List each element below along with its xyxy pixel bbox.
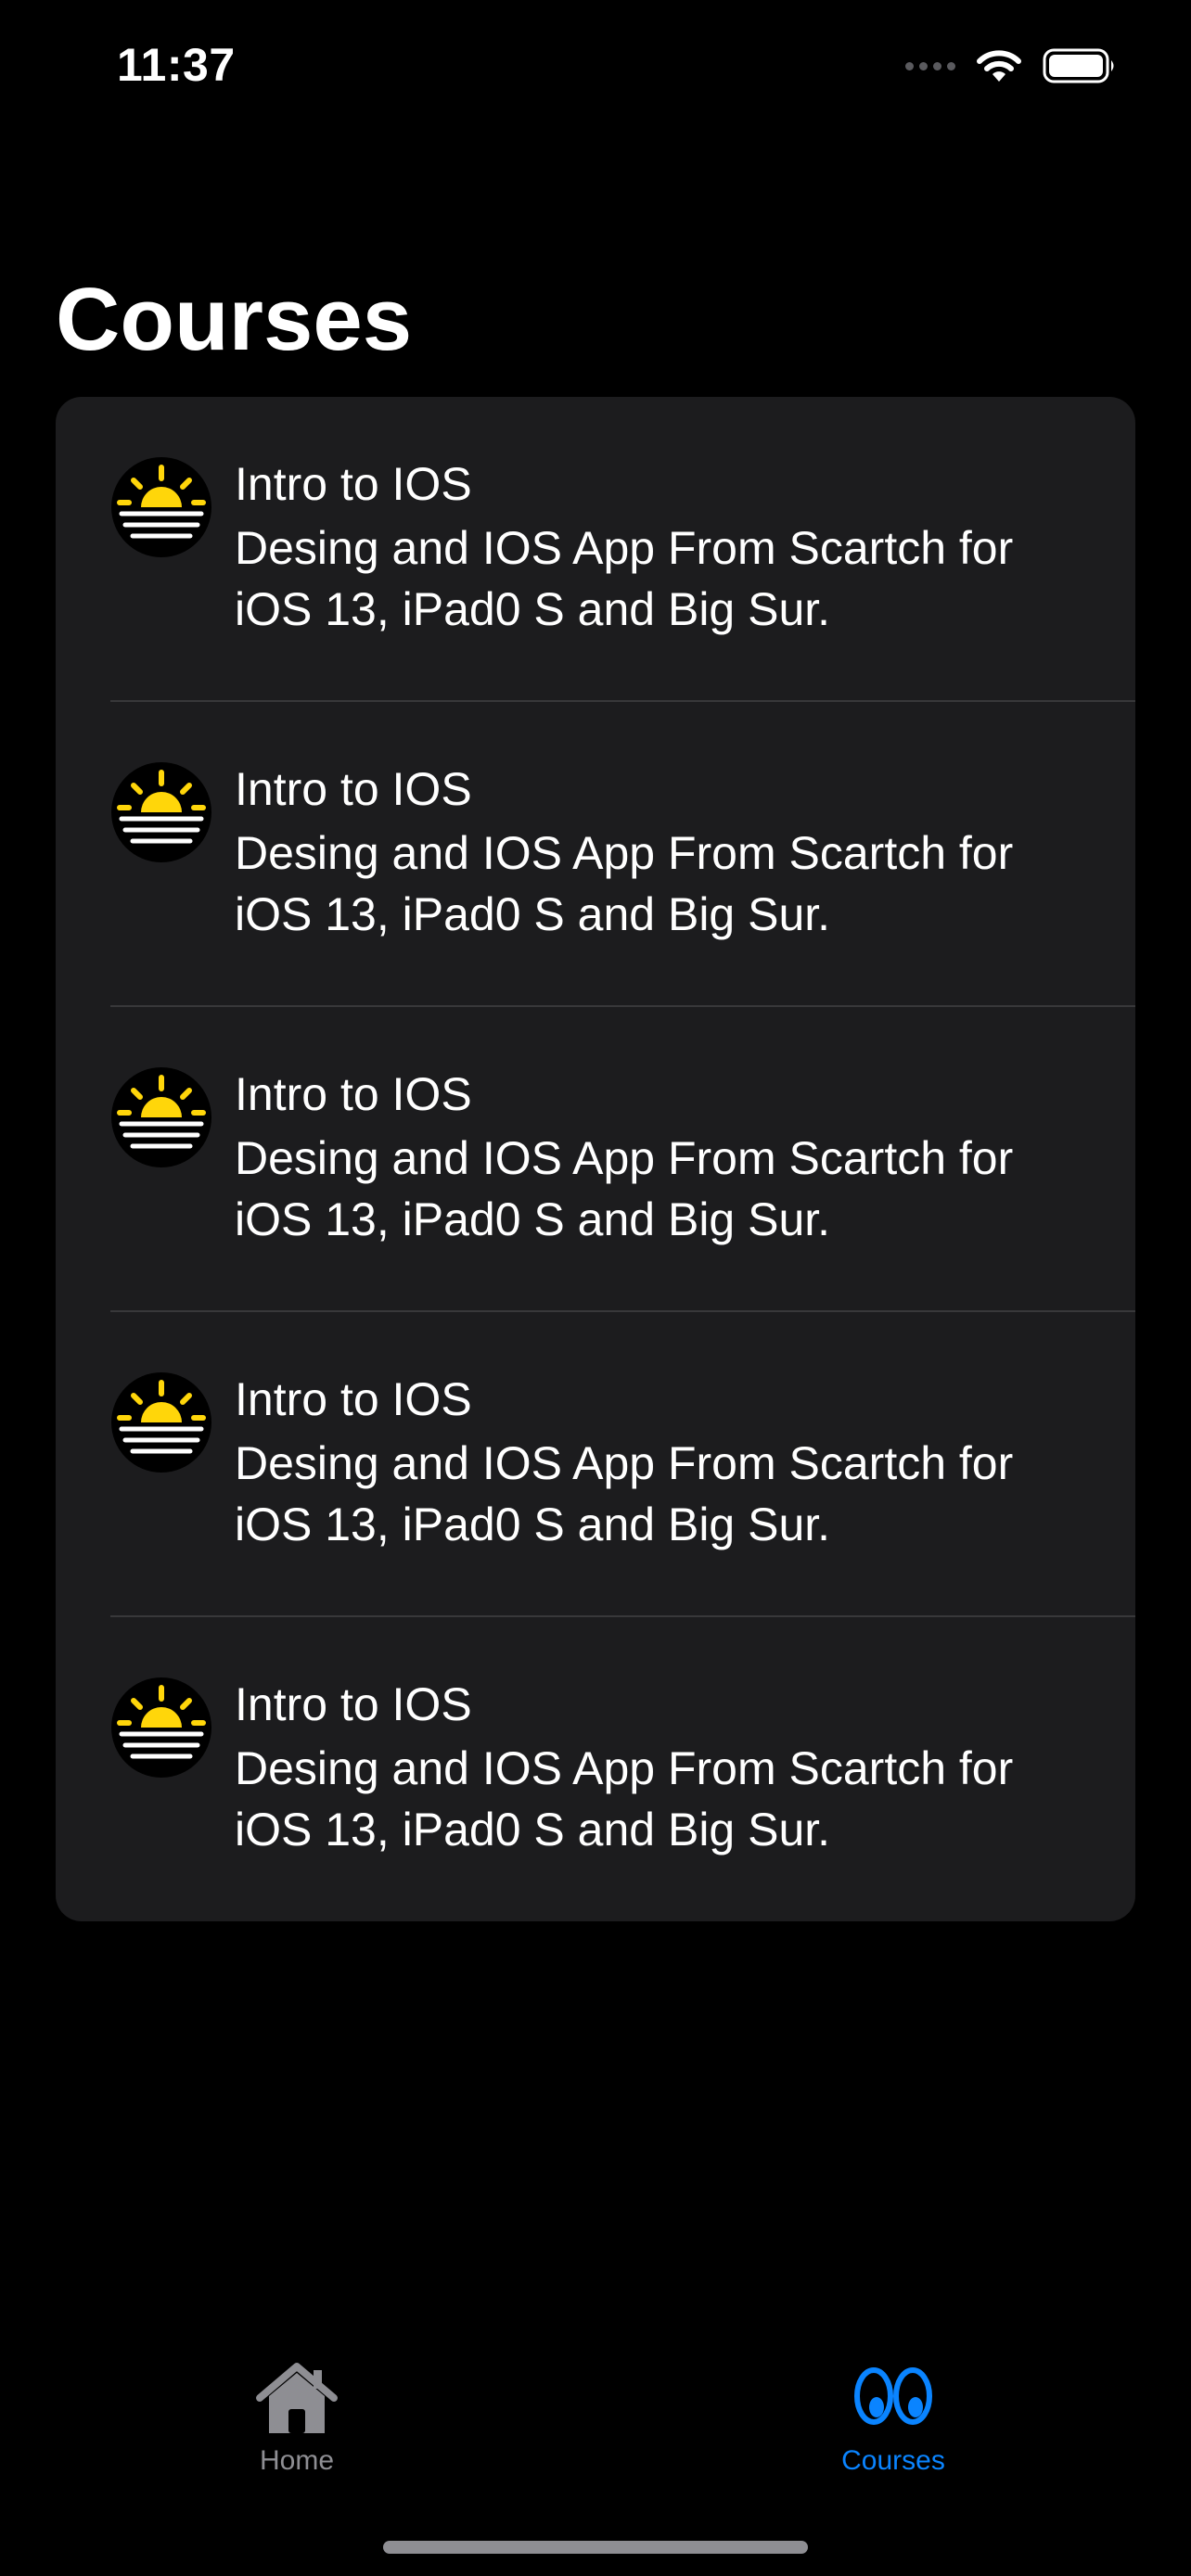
course-title: Intro to IOS xyxy=(235,1678,472,1730)
sunrise-icon xyxy=(110,1677,212,1779)
course-text: Intro to IOS Desing and IOS App From Sca… xyxy=(235,1370,1080,1555)
course-title: Intro to IOS xyxy=(235,1373,472,1425)
eyes-icon xyxy=(849,2359,938,2437)
sunrise-icon xyxy=(110,1066,212,1168)
course-list: Intro to IOS Desing and IOS App From Sca… xyxy=(56,397,1135,1921)
tab-label: Courses xyxy=(841,2445,945,2476)
tab-label: Home xyxy=(259,2445,335,2476)
sunrise-icon xyxy=(110,761,212,863)
course-description: Desing and IOS App From Scartch for iOS … xyxy=(235,1132,1014,1245)
sunrise-icon xyxy=(110,1371,212,1473)
course-description: Desing and IOS App From Scartch for iOS … xyxy=(235,1742,1014,1855)
battery-icon xyxy=(1043,47,1117,84)
tab-courses[interactable]: Courses xyxy=(782,2337,1005,2504)
status-indicators xyxy=(905,43,1117,89)
tab-bar: Home Courses xyxy=(0,2337,1191,2504)
course-text: Intro to IOS Desing and IOS App From Sca… xyxy=(235,1675,1080,1860)
course-row[interactable]: Intro to IOS Desing and IOS App From Sca… xyxy=(56,397,1135,702)
status-time: 11:37 xyxy=(117,39,236,91)
page-title: Courses xyxy=(56,270,413,369)
course-row[interactable]: Intro to IOS Desing and IOS App From Sca… xyxy=(56,1312,1135,1617)
course-row[interactable]: Intro to IOS Desing and IOS App From Sca… xyxy=(56,702,1135,1007)
tab-home[interactable]: Home xyxy=(186,2337,408,2504)
house-icon xyxy=(252,2359,341,2437)
course-text: Intro to IOS Desing and IOS App From Sca… xyxy=(235,759,1080,945)
wifi-icon xyxy=(976,48,1022,83)
course-row[interactable]: Intro to IOS Desing and IOS App From Sca… xyxy=(56,1617,1135,1921)
course-description: Desing and IOS App From Scartch for iOS … xyxy=(235,1437,1014,1550)
course-description: Desing and IOS App From Scartch for iOS … xyxy=(235,522,1014,635)
course-title: Intro to IOS xyxy=(235,763,472,815)
course-title: Intro to IOS xyxy=(235,1068,472,1120)
course-description: Desing and IOS App From Scartch for iOS … xyxy=(235,827,1014,940)
cellular-signal-icon xyxy=(905,61,955,70)
course-text: Intro to IOS Desing and IOS App From Sca… xyxy=(235,1065,1080,1250)
sunrise-icon xyxy=(110,456,212,558)
course-row[interactable]: Intro to IOS Desing and IOS App From Sca… xyxy=(56,1007,1135,1312)
course-title: Intro to IOS xyxy=(235,458,472,510)
home-indicator[interactable] xyxy=(383,2541,808,2554)
course-text: Intro to IOS Desing and IOS App From Sca… xyxy=(235,454,1080,640)
